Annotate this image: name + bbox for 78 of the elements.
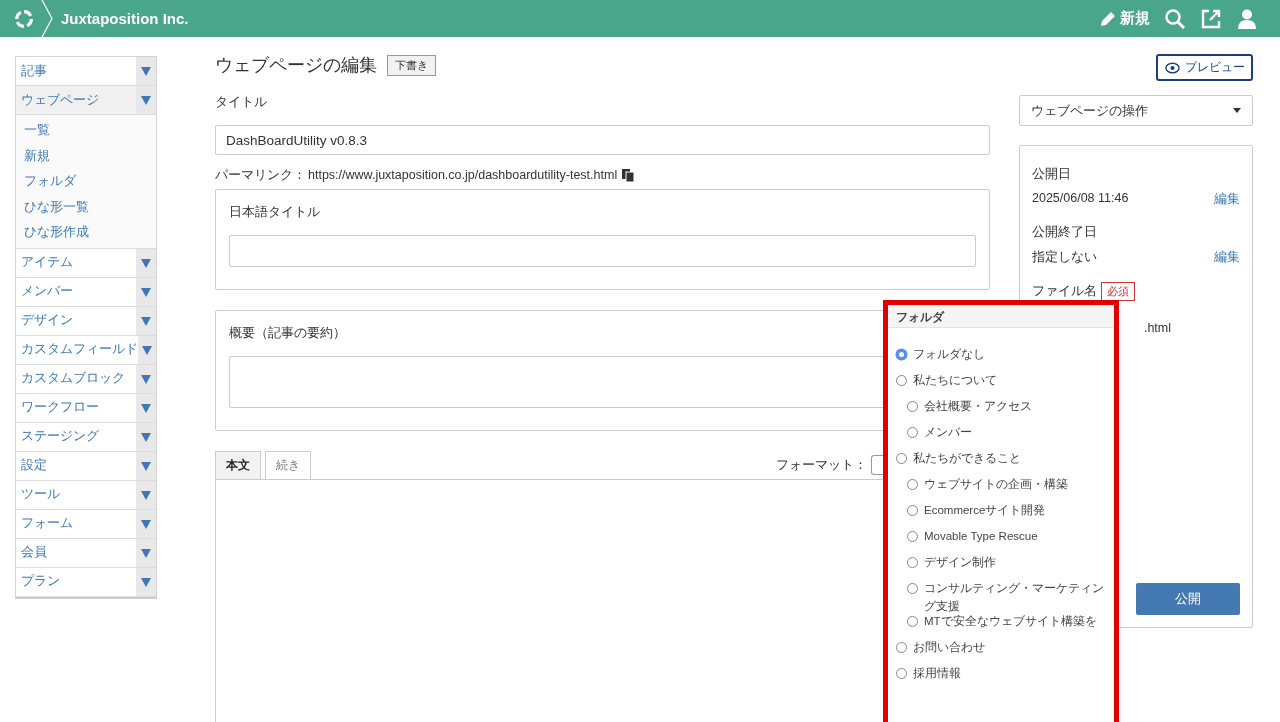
field-label: ファイル名 [1032,283,1097,300]
sidebar-item[interactable]: ワークフロー [16,393,156,423]
radio-button[interactable] [896,668,907,679]
radio-button[interactable] [907,583,918,594]
folder-option[interactable]: 会社概要・アクセス [896,400,1114,426]
publish-date: 2025/06/08 11:46 [1032,191,1129,207]
sidebar-subitem[interactable]: ひな形一覧 [16,194,156,220]
field-label: 日本語タイトル [229,204,321,221]
folder-option[interactable]: ウェブサイトの企画・構築 [896,478,1114,504]
popup-title: フォルダ [888,305,1114,328]
sidebar-item[interactable]: ステージング [16,422,156,452]
radio-button[interactable] [907,557,918,568]
radio-button[interactable] [907,401,918,412]
editor-tab[interactable]: 続き [265,451,311,479]
actions-dropdown[interactable]: ウェブページの操作 [1019,95,1253,126]
page-heading: ウェブページの編集 [215,54,377,77]
editor-tab[interactable]: 本文 [215,451,261,479]
sidebar-item[interactable]: 記事 [16,57,156,86]
folder-option[interactable]: デザイン制作 [896,556,1114,582]
sidebar-item[interactable]: メンバー [16,277,156,307]
radio-button[interactable] [907,427,918,438]
external-link-icon[interactable] [1200,7,1222,30]
field-label: 公開日 [1032,166,1072,183]
folder-option[interactable]: コンサルティング・マーケティング支援 [896,582,1114,615]
edit-link[interactable]: 編集 [1214,191,1240,208]
radio-button[interactable] [896,375,907,386]
folder-option[interactable]: 私たちについて [896,374,1114,400]
radio-button[interactable] [907,531,918,542]
logo-icon[interactable] [13,7,35,30]
radio-button[interactable] [907,505,918,516]
sidebar-subitem[interactable]: フォルダ [16,169,156,195]
sidebar-item[interactable]: ウェブページ [16,86,156,115]
folder-option[interactable]: フォルダなし [896,348,1114,374]
user-icon[interactable] [1236,7,1258,30]
copy-icon[interactable] [622,168,635,182]
edit-link[interactable]: 編集 [1214,249,1240,266]
sidebar-item[interactable]: アイテム [16,248,156,278]
folder-option[interactable]: Ecommerceサイト開発 [896,504,1114,530]
field-label: 公開終了日 [1032,224,1098,241]
folder-option[interactable]: MTで安全なウェブサイト構築を [896,615,1114,641]
folder-option[interactable]: 私たちができること [896,452,1114,478]
sidebar-item[interactable]: フォーム [16,509,156,539]
search-icon[interactable] [1164,7,1186,30]
field-label: タイトル [215,94,268,111]
radio-button[interactable] [896,349,907,360]
permalink-url[interactable]: https://www.juxtaposition.co.jp/dashboardutility-test.html [308,168,618,182]
japanese-title-field[interactable] [229,235,976,267]
radio-button[interactable] [907,616,918,627]
company-name[interactable]: Juxtaposition Inc. [61,10,189,27]
filename-suffix: .html [1143,321,1171,335]
title-field[interactable]: DashBoardUtility v0.8.3 [215,125,990,155]
preview-button[interactable]: プレビュー [1156,54,1253,81]
caret-icon [1233,108,1241,113]
radio-button[interactable] [896,453,907,464]
radio-button[interactable] [907,479,918,490]
sidebar-item[interactable]: カスタムフィールド [16,335,156,365]
folder-option[interactable]: 採用情報 [896,667,1114,693]
sidebar-item[interactable]: プラン [16,567,156,597]
sidebar-subitem[interactable]: ひな形作成 [16,220,156,246]
permalink-label: パーマリンク： [215,166,306,184]
folder-option[interactable]: お問い合わせ [896,641,1114,667]
folder-option[interactable]: Movable Type Rescue [896,530,1114,556]
publish-button[interactable]: 公開 [1136,583,1240,615]
sidebar-item[interactable]: 設定 [16,451,156,481]
new-button[interactable]: 新規 [1098,8,1150,29]
sidebar-item[interactable]: カスタムブロック [16,364,156,394]
field-label: 概要（記事の要約） [229,325,347,342]
eye-icon [1164,61,1180,74]
sidebar-item[interactable]: デザイン [16,306,156,336]
status-badge: 下書き [387,54,436,76]
radio-button[interactable] [896,642,907,653]
format-label: フォーマット： [776,456,867,474]
folder-option[interactable]: メンバー [896,426,1114,452]
sidebar-item[interactable]: ツール [16,480,156,510]
sidebar-subitem[interactable]: 新規 [16,143,156,169]
end-date: 指定しない [1032,249,1097,266]
sidebar-item[interactable]: 会員 [16,538,156,568]
sidebar-subitem[interactable]: 一覧 [16,118,156,144]
